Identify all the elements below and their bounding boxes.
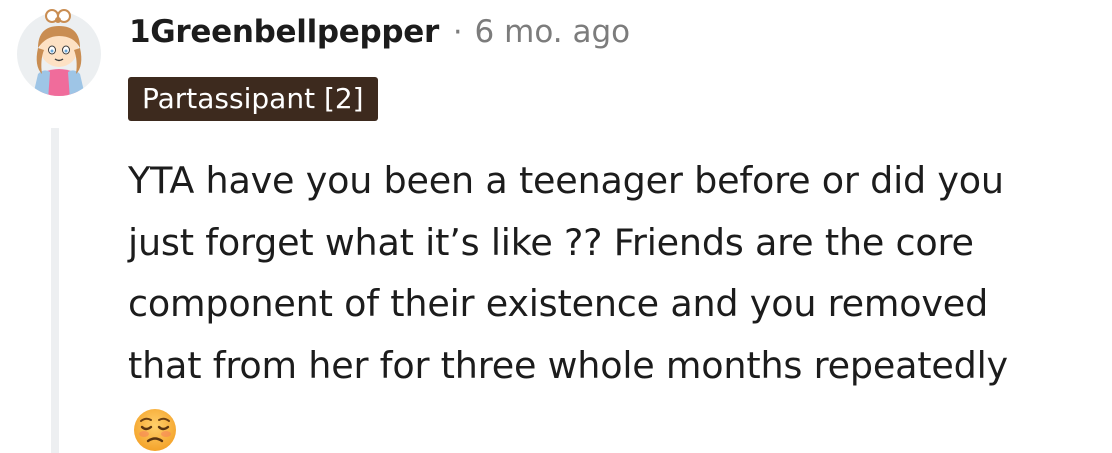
comment-body: YTA have you been a teenager before or d… <box>128 150 1103 396</box>
timestamp[interactable]: 6 mo. ago <box>475 14 631 50</box>
avatar[interactable] <box>16 8 102 96</box>
comment-body-line: YTA have you been a teenager before or d… <box>128 159 1004 202</box>
username-link[interactable]: 1Greenbellpepper <box>129 14 439 50</box>
user-flair: Partassipant [2] <box>128 77 378 121</box>
comment-body-line: that from her for three whole months rep… <box>128 343 1008 387</box>
comment: 1Greenbellpepper · 6 mo. ago Partassipan… <box>0 0 1112 453</box>
meta-separator: · <box>453 15 463 50</box>
comment-body-line: component of their existence and you rem… <box>128 282 989 325</box>
thread-collapse-line[interactable] <box>51 128 59 453</box>
comment-body-line: just forget what it’s like ?? Friends ar… <box>128 220 974 264</box>
comment-header: 1Greenbellpepper · 6 mo. ago <box>129 14 630 50</box>
unamused-face-icon <box>134 409 176 451</box>
